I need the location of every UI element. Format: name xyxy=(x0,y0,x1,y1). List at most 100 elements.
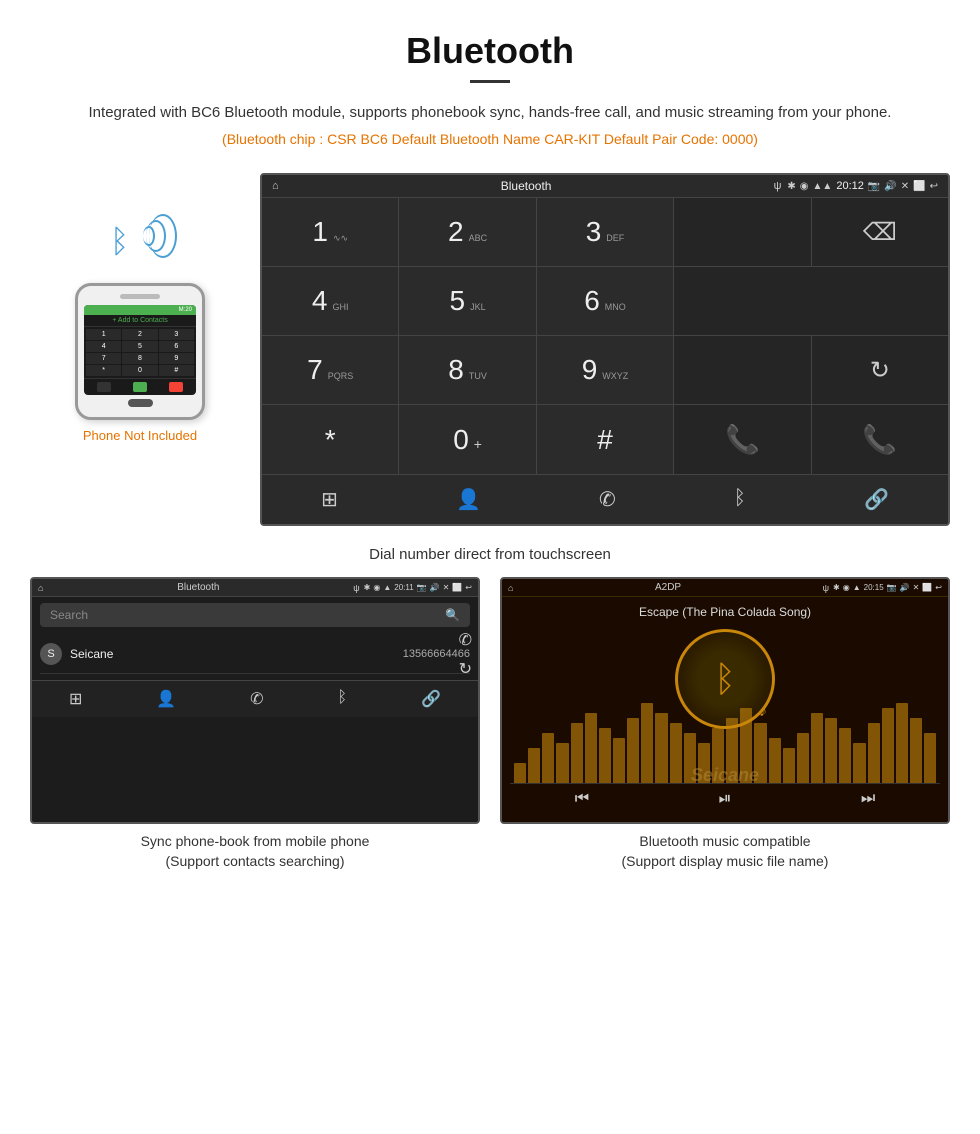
pb-toolbar-bt-icon[interactable]: ᛒ xyxy=(338,689,348,709)
mu-screen-icon: ⬜ xyxy=(922,583,932,592)
dial-key-2[interactable]: 2 ABC xyxy=(399,198,535,266)
phonebook-title: Bluetooth xyxy=(47,582,349,593)
phonebook-home-icon[interactable]: ⌂ xyxy=(38,583,43,593)
title-divider xyxy=(470,80,510,83)
music-album-art: ᛒ ♪ xyxy=(675,629,775,729)
home-icon[interactable]: ⌂ xyxy=(272,180,279,192)
prev-track-button[interactable]: ⏮ xyxy=(575,790,589,808)
eq-bar xyxy=(811,713,823,783)
call-green-icon: 📞 xyxy=(725,423,760,456)
bottom-screenshots: ⌂ Bluetooth ψ ✱ ◉ ▲ 20:11 📷 🔊 ✕ ⬜ ↩ xyxy=(0,577,980,875)
phone-key-3[interactable]: 3 xyxy=(159,329,194,340)
pb-toolbar-user-icon[interactable]: 👤 xyxy=(156,689,176,709)
phone-key-2[interactable]: 2 xyxy=(122,329,157,340)
music-home-icon[interactable]: ⌂ xyxy=(508,583,513,593)
dial-caption: Dial number direct from touchscreen xyxy=(0,536,980,577)
eq-bar xyxy=(769,738,781,783)
eq-bar xyxy=(571,723,583,783)
sidebar-refresh-icon[interactable]: ↻ xyxy=(459,659,472,679)
eq-bar xyxy=(556,743,568,783)
dial-key-7[interactable]: 7 PQRS xyxy=(262,336,398,404)
close-x-icon: ✕ xyxy=(901,181,909,192)
pb-toolbar-grid-icon[interactable]: ⊞ xyxy=(69,689,82,709)
eq-bar xyxy=(514,763,526,783)
eq-bar xyxy=(627,718,639,783)
dial-status-bar: ⌂ Bluetooth ψ ✱ ◉ ▲▲ 20:12 📷 🔊 ✕ ⬜ ↩ xyxy=(262,175,948,198)
dial-toolbar: ⊞ 👤 ✆ ᛒ 🔗 xyxy=(262,474,948,524)
back-icon[interactable]: ↩ xyxy=(930,181,938,192)
eq-bar xyxy=(726,718,738,783)
phone-not-included-label: Phone Not Included xyxy=(83,428,197,443)
phone-key-5[interactable]: 5 xyxy=(122,341,157,352)
contact-row[interactable]: S Seicane 13566664466 xyxy=(40,635,470,674)
phone-key-8[interactable]: 8 xyxy=(122,353,157,364)
phonebook-screenshot: ⌂ Bluetooth ψ ✱ ◉ ▲ 20:11 📷 🔊 ✕ ⬜ ↩ xyxy=(30,577,480,875)
music-status-icons: ✱ ◉ ▲ 20:15 📷 🔊 ✕ ⬜ ↩ xyxy=(833,583,942,592)
next-track-button[interactable]: ⏭ xyxy=(861,790,875,808)
dial-key-6[interactable]: 6 MNO xyxy=(537,267,673,335)
mu-cam-icon: 📷 xyxy=(887,583,897,592)
phonebook-sidebar: ✆ ↻ xyxy=(459,630,472,679)
phone-key-4[interactable]: 4 xyxy=(86,341,121,352)
dial-backspace-key[interactable]: ⌫ xyxy=(812,198,948,266)
music-status-bar: ⌂ A2DP ψ ✱ ◉ ▲ 20:15 📷 🔊 ✕ ⬜ ↩ xyxy=(502,579,948,597)
dial-screen-title: Bluetooth xyxy=(285,179,768,193)
signal-icon: ▲▲ xyxy=(813,181,833,192)
phone-key-9[interactable]: 9 xyxy=(159,353,194,364)
eq-bar xyxy=(839,728,851,783)
phone-home-button[interactable] xyxy=(128,399,153,407)
pb-close-icon: ✕ xyxy=(443,583,450,592)
phonebook-toolbar: ⊞ 👤 ✆ ᛒ 🔗 xyxy=(32,680,478,717)
music-frame: ⌂ A2DP ψ ✱ ◉ ▲ 20:15 📷 🔊 ✕ ⬜ ↩ Escape (T… xyxy=(500,577,950,824)
mu-back-icon[interactable]: ↩ xyxy=(935,583,942,592)
dial-key-8[interactable]: 8 TUV xyxy=(399,336,535,404)
phone-key-hash[interactable]: # xyxy=(159,365,194,376)
pb-vol-icon: 🔊 xyxy=(430,583,440,592)
toolbar-link-icon[interactable]: 🔗 xyxy=(864,487,889,512)
phone-section: ᛒ M:20 + Add to Contacts 1 2 3 4 5 6 xyxy=(30,173,250,526)
search-icon[interactable]: 🔍 xyxy=(445,608,460,622)
eq-bar xyxy=(698,743,710,783)
toolbar-bluetooth-icon[interactable]: ᛒ xyxy=(734,487,746,512)
page-title: Bluetooth xyxy=(60,30,920,72)
sidebar-phone-icon[interactable]: ✆ xyxy=(459,630,472,650)
equalizer-bars xyxy=(510,733,940,783)
bluetooth-symbol-icon: ᛒ xyxy=(110,223,129,260)
phone-key-0[interactable]: 0 xyxy=(122,365,157,376)
dial-key-star[interactable]: * xyxy=(262,405,398,474)
phone-key-star[interactable]: * xyxy=(86,365,121,376)
phone-back-btn xyxy=(97,382,111,392)
phone-speaker xyxy=(120,294,160,299)
wave3-icon xyxy=(149,214,177,258)
toolbar-grid-icon[interactable]: ⊞ xyxy=(321,487,338,512)
dial-key-4[interactable]: 4 GHI xyxy=(262,267,398,335)
phone-key-1[interactable]: 1 xyxy=(86,329,121,340)
phone-key-6[interactable]: 6 xyxy=(159,341,194,352)
dial-key-3[interactable]: 3 DEF xyxy=(537,198,673,266)
play-pause-button[interactable]: ⏯ xyxy=(719,790,732,808)
eq-bar xyxy=(896,703,908,783)
dial-key-5[interactable]: 5 JKL xyxy=(399,267,535,335)
phone-call-btn xyxy=(133,382,147,392)
dial-key-9[interactable]: 9 WXYZ xyxy=(537,336,673,404)
toolbar-phone-icon[interactable]: ✆ xyxy=(599,487,616,512)
page-description: Integrated with BC6 Bluetooth module, su… xyxy=(60,101,920,125)
dial-refresh-key[interactable]: ↻ xyxy=(812,336,948,404)
mu-time: 20:15 xyxy=(864,583,884,592)
pb-toolbar-phone-icon[interactable]: ✆ xyxy=(250,689,263,709)
backspace-icon: ⌫ xyxy=(863,218,897,247)
toolbar-contacts-icon[interactable]: 👤 xyxy=(456,487,481,512)
phone-key-7[interactable]: 7 xyxy=(86,353,121,364)
dial-call-red-key[interactable]: 📞 xyxy=(812,405,948,474)
eq-bar xyxy=(882,708,894,783)
phonebook-search-bar[interactable]: Search 🔍 xyxy=(40,603,470,627)
pb-toolbar-link-icon[interactable]: 🔗 xyxy=(421,689,441,709)
music-caption: Bluetooth music compatible (Support disp… xyxy=(500,824,950,875)
pb-back-icon[interactable]: ↩ xyxy=(465,583,472,592)
dial-key-1[interactable]: 1 ∿∿ xyxy=(262,198,398,266)
dial-key-0[interactable]: 0 + xyxy=(399,405,535,474)
location-icon: ◉ xyxy=(800,181,809,192)
dial-call-green-key[interactable]: 📞 xyxy=(674,405,810,474)
dial-key-hash[interactable]: # xyxy=(537,405,673,474)
camera-icon: 📷 xyxy=(868,181,880,192)
